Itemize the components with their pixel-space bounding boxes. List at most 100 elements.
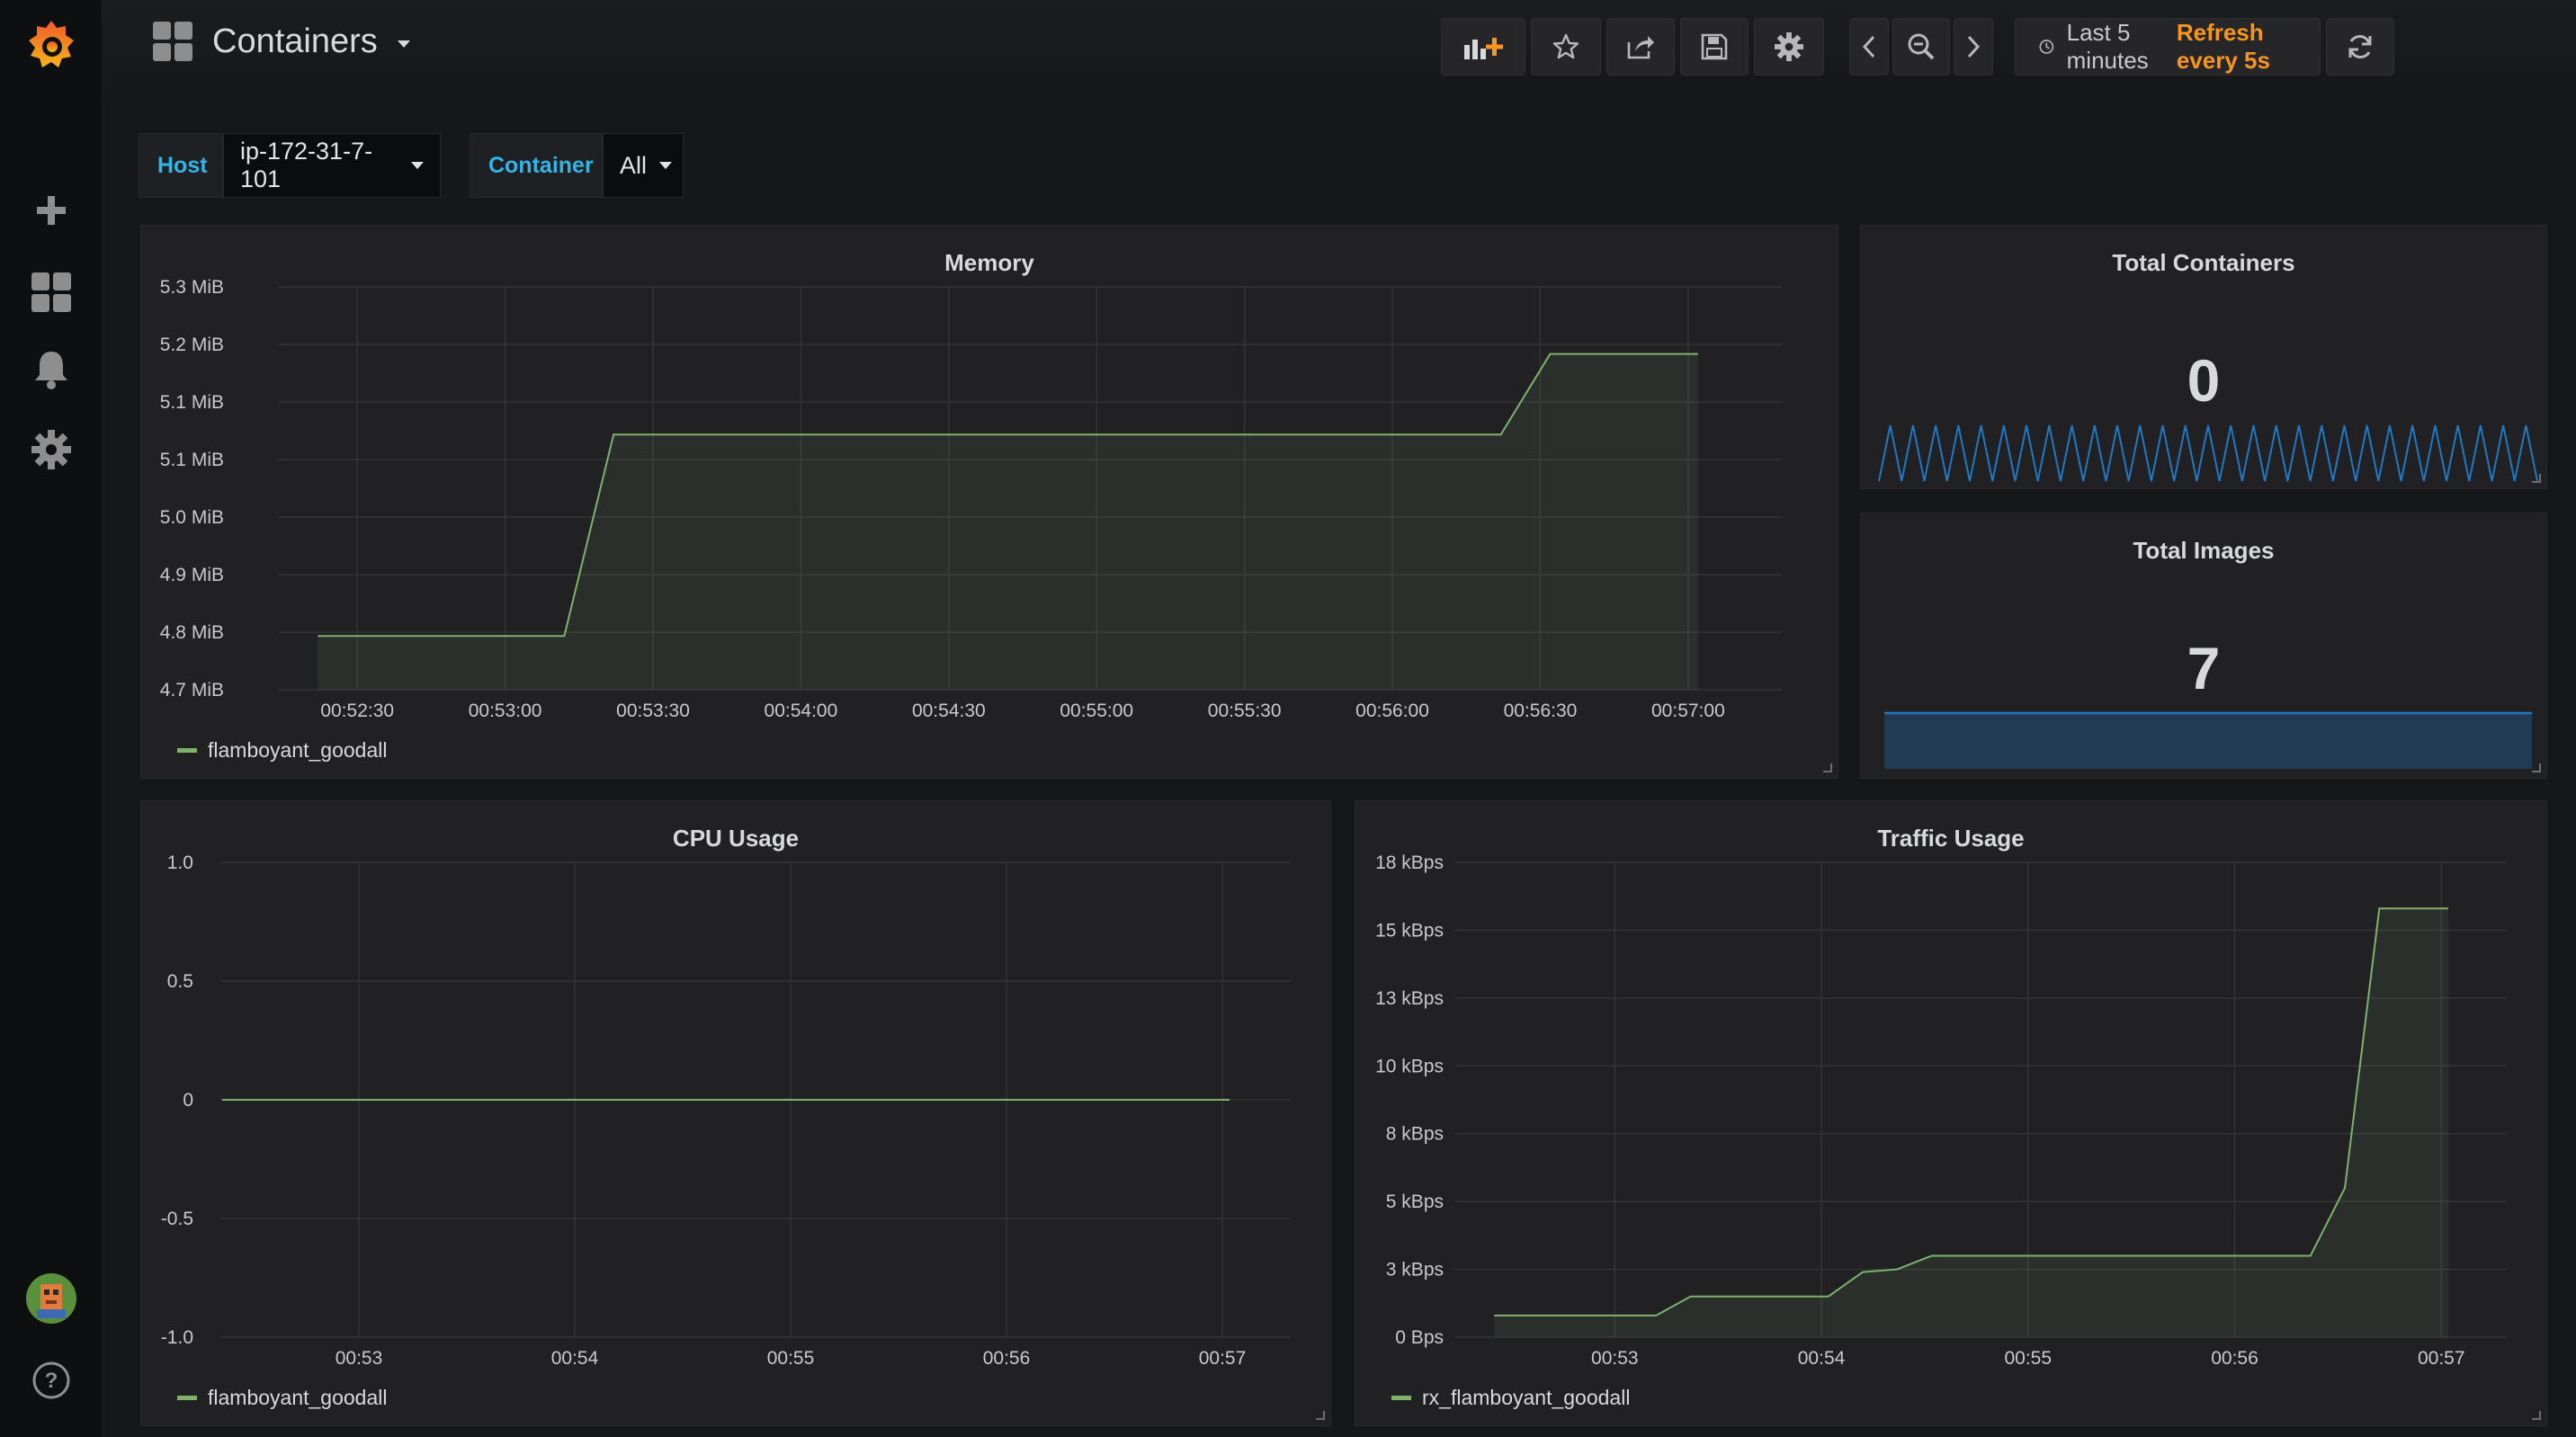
time-back-button[interactable]: [1849, 18, 1889, 76]
zoom-out-icon: [1908, 33, 1935, 60]
sparkline: [1878, 424, 2538, 482]
memory-chart: 5.3 MiB 5.2 MiB 5.1 MiB 5.1 MiB 5.0 MiB 4.9 M…: [160, 277, 1782, 721]
svg-text:?: ?: [45, 1369, 58, 1393]
legend-swatch: [1391, 1396, 1411, 1400]
resize-handle[interactable]: [2532, 474, 2541, 483]
host-variable-select[interactable]: ip-172-31-7-101: [223, 133, 441, 198]
x-tick-label: 00:52:30: [320, 701, 394, 721]
dashboard-title-picker[interactable]: Containers: [153, 22, 410, 61]
share-button[interactable]: [1606, 18, 1675, 76]
x-tick-label: 00:54: [1798, 1348, 1846, 1369]
legend-item[interactable]: flamboyant_goodall: [177, 738, 387, 763]
chevron-down-icon: [411, 162, 424, 169]
x-tick-label: 00:56:30: [1504, 701, 1578, 721]
settings-button[interactable]: [1754, 18, 1824, 76]
page-title: Containers: [212, 22, 378, 60]
save-icon: [1701, 33, 1728, 60]
plus-icon[interactable]: [0, 191, 103, 230]
settings-icon: [1775, 32, 1803, 61]
x-tick-label: 00:56: [983, 1348, 1031, 1369]
y-tick-label: 5.3 MiB: [160, 277, 224, 298]
series-area: [318, 353, 1698, 690]
y-tick-label: 5 kBps: [1386, 1192, 1444, 1212]
container-variable-select[interactable]: All: [603, 133, 684, 198]
topbar: Containers Last 5 minutes Refresh every …: [103, 0, 2576, 106]
y-tick-label: 13 kBps: [1375, 988, 1444, 1009]
x-tick-label: 00:54: [551, 1348, 599, 1369]
host-variable-value: ip-172-31-7-101: [240, 138, 373, 192]
container-variable-label: Container: [470, 133, 603, 198]
time-picker-button[interactable]: Last 5 minutes Refresh every 5s: [2015, 18, 2321, 76]
chevron-right-icon: [1967, 35, 1981, 58]
dashboards-icon: [153, 22, 192, 61]
y-tick-label: 4.8 MiB: [160, 622, 224, 643]
resize-handle[interactable]: [2532, 1411, 2541, 1420]
resize-handle[interactable]: [1316, 1411, 1325, 1420]
x-tick-label: 00:53: [335, 1348, 383, 1369]
avatar[interactable]: [0, 1272, 103, 1325]
y-tick-label: 5.2 MiB: [160, 335, 224, 355]
zoom-out-button[interactable]: [1892, 18, 1950, 76]
resize-handle[interactable]: [2532, 763, 2541, 772]
y-tick-label: -0.5: [161, 1209, 193, 1229]
refresh-button[interactable]: [2326, 18, 2394, 76]
chevron-down-icon: [397, 40, 410, 48]
sidebar: ?: [0, 0, 103, 1437]
y-tick-label: 1.0: [167, 852, 193, 873]
y-tick-label: 5.1 MiB: [160, 392, 224, 413]
y-tick-label: 15 kBps: [1375, 920, 1444, 941]
add-panel-icon: [1464, 38, 1503, 59]
y-tick-label: 4.7 MiB: [160, 680, 224, 701]
sparkline-line: [1878, 424, 2538, 482]
legend-item[interactable]: flamboyant_goodall: [177, 1386, 387, 1410]
refresh-icon: [2348, 35, 2372, 58]
share-icon: [1627, 36, 1654, 59]
chevron-down-icon: [659, 162, 673, 169]
x-tick-label: 00:56:00: [1355, 701, 1429, 721]
dashboards-icon[interactable]: [0, 272, 103, 313]
series-area: [1494, 908, 2448, 1337]
y-tick-label: 4.9 MiB: [160, 565, 224, 585]
y-tick-label: 10 kBps: [1375, 1056, 1444, 1076]
time-forward-button[interactable]: [1954, 18, 1993, 76]
help-icon[interactable]: ?: [0, 1358, 103, 1403]
legend-label: flamboyant_goodall: [208, 1386, 388, 1409]
x-tick-label: 00:55: [2004, 1348, 2052, 1369]
star-button[interactable]: [1531, 18, 1601, 76]
legend-label: rx_flamboyant_goodall: [1422, 1386, 1631, 1409]
resize-handle[interactable]: [1823, 763, 1832, 772]
legend-label: flamboyant_goodall: [208, 738, 388, 762]
legend-item[interactable]: rx_flamboyant_goodall: [1391, 1386, 1630, 1410]
x-tick-label: 00:53:30: [616, 701, 690, 721]
container-variable-value: All: [620, 151, 648, 179]
total-containers-panel[interactable]: Total Containers 0: [1860, 225, 2547, 489]
save-button[interactable]: [1680, 18, 1749, 76]
refresh-interval-label: Refresh every 5s: [2176, 19, 2270, 74]
x-tick-label: 00:54:00: [765, 701, 838, 721]
cpu-chart: 1.0 0.5 0 -0.5 -1.0 00:53 00:54 00:55 00:56 00:57: [161, 852, 1291, 1369]
chevron-left-icon: [1862, 35, 1875, 58]
y-tick-label: 5.1 MiB: [160, 450, 224, 470]
x-tick-label: 00:56: [2211, 1348, 2258, 1369]
x-tick-label: 00:55:00: [1060, 701, 1133, 721]
host-variable-label: Host: [139, 133, 223, 198]
cpu-panel[interactable]: CPU Usage 1.0 0.5 0 -0.5 -1.0 00:53 00:54 00:55…: [140, 800, 1331, 1426]
traffic-chart: 18 kBps 15 kBps 13 kBps 10 kBps 8 kBps 5 kBps…: [1375, 852, 2507, 1369]
add-panel-button[interactable]: [1441, 18, 1525, 76]
time-range-label: Last 5 minutes: [2066, 19, 2149, 74]
y-tick-label: 3 kBps: [1386, 1260, 1444, 1281]
y-tick-label: 8 kBps: [1386, 1124, 1444, 1145]
y-tick-label: 0: [183, 1090, 193, 1111]
y-tick-label: 18 kBps: [1375, 852, 1444, 873]
x-tick-label: 00:55: [767, 1348, 815, 1369]
memory-panel[interactable]: Memory 5.3 MiB 5.2 MiB 5.1 MiB 5.1 MiB 5.0 M…: [140, 225, 1838, 779]
grafana-logo-icon[interactable]: [0, 16, 103, 76]
traffic-panel[interactable]: Traffic Usage 18 kBps 15 kBps 13 kBps 10 kB…: [1355, 800, 2547, 1426]
gear-icon[interactable]: [0, 428, 103, 471]
sparkline-area: [1884, 713, 2532, 769]
star-icon: [1552, 33, 1579, 59]
total-images-panel[interactable]: Total Images 7: [1860, 513, 2547, 779]
bell-icon[interactable]: [0, 349, 103, 390]
x-tick-label: 00:55:30: [1208, 701, 1282, 721]
y-tick-label: 5.0 MiB: [160, 507, 224, 528]
